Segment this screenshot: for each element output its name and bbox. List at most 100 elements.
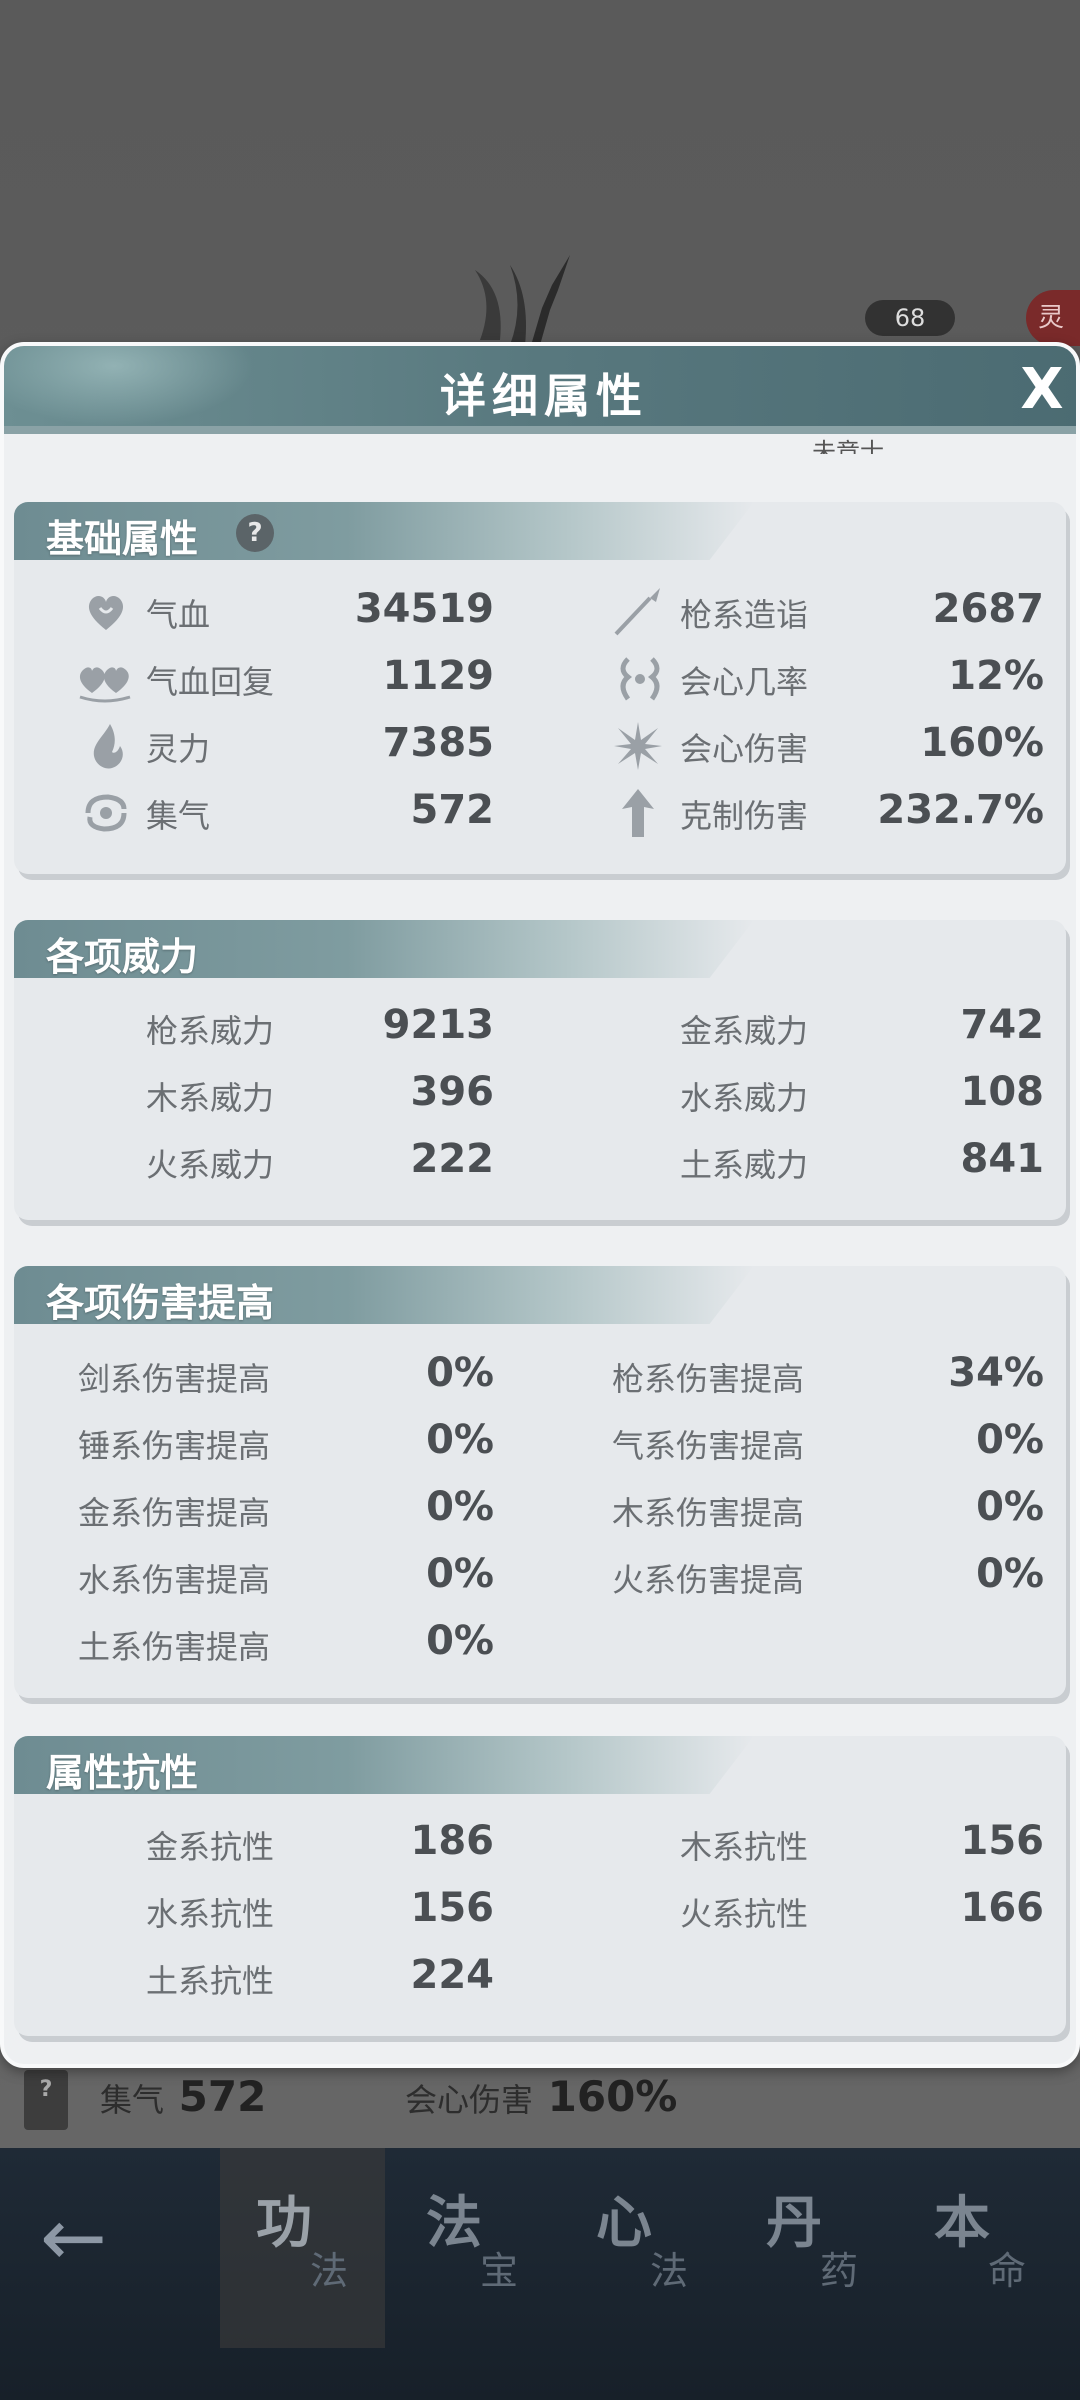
stat-row: 会心几率 12% xyxy=(544,649,1044,709)
stat-value: 34519 xyxy=(354,586,494,632)
stat-row: 火系威力 222 xyxy=(14,1132,514,1192)
level-badge: 68 xyxy=(865,300,955,336)
tab-label-small: 法 xyxy=(310,2249,349,2293)
tab-label-big: 本 xyxy=(934,2191,990,2256)
stat-label: 金系威力 xyxy=(680,1012,809,1050)
stat-row: 枪系伤害提高 34% xyxy=(544,1346,1044,1406)
stat-row: 土系抗性 224 xyxy=(14,1948,514,2008)
bottom-nav: ← 功 法 法 宝 心 法 丹 药 本 命 xyxy=(0,2148,1080,2400)
stat-label: 木系抗性 xyxy=(680,1828,809,1866)
stat-row: 水系伤害提高 0% xyxy=(14,1547,514,1607)
stat-row: 木系抗性 156 xyxy=(544,1814,1044,1874)
stat-value: 0% xyxy=(976,1551,1044,1597)
stat-value: 156 xyxy=(960,1818,1045,1864)
stat-value: 9213 xyxy=(382,1002,494,1048)
stat-label: 会心几率 xyxy=(680,663,809,701)
heart-icon xyxy=(88,595,124,630)
stat-value: 7385 xyxy=(382,720,494,766)
stat-label: 火系伤害提高 xyxy=(612,1561,805,1599)
stat-row: 枪系威力 9213 xyxy=(14,998,514,1058)
close-button[interactable]: X xyxy=(1012,360,1072,420)
stat-value: 0% xyxy=(426,1417,494,1463)
flame-drop-icon xyxy=(93,724,123,769)
stat-label: 金系抗性 xyxy=(146,1828,275,1866)
cutoff-label: 未竞士 xyxy=(812,438,884,454)
stat-label: 火系威力 xyxy=(146,1146,275,1184)
stat-label: 剑系伤害提高 xyxy=(78,1360,271,1398)
stat-value: 34% xyxy=(948,1350,1044,1396)
stat-label: 木系威力 xyxy=(146,1079,275,1117)
stat-row: 金系伤害提高 0% xyxy=(14,1480,514,1540)
stat-row: 气血 34519 xyxy=(14,582,514,642)
tab-label-small: 药 xyxy=(820,2249,859,2293)
stat-value: 2687 xyxy=(932,586,1044,632)
stat-row: 木系威力 396 xyxy=(14,1065,514,1125)
stat-row: 火系抗性 166 xyxy=(544,1881,1044,1941)
stat-row: 集气 572 xyxy=(14,783,514,843)
tab-danyao[interactable]: 丹 药 xyxy=(730,2148,895,2348)
stat-label: 枪系威力 xyxy=(146,1012,275,1050)
stat-value: 0% xyxy=(426,1551,494,1597)
tab-fabao[interactable]: 法 宝 xyxy=(390,2148,555,2348)
stat-value: 1129 xyxy=(382,653,494,699)
stat-value: 108 xyxy=(960,1069,1045,1115)
stat-label: 木系伤害提高 xyxy=(612,1494,805,1532)
section-damage-boost: 各项伤害提高 剑系伤害提高 0% 锤系伤害提高 0% 金系伤害提高 0% 水系伤… xyxy=(14,1266,1066,1698)
stat-label: 气血 xyxy=(146,596,211,634)
stat-label: 土系抗性 xyxy=(146,1962,275,2000)
stat-row: 灵力 7385 xyxy=(14,716,514,776)
tab-label-big: 法 xyxy=(426,2191,482,2256)
stat-label: 气血回复 xyxy=(146,663,275,701)
tab-benming[interactable]: 本 命 xyxy=(898,2148,1063,2348)
section-basic: 基础属性 ? 气血 34519 气血回复 1129 灵力 7385 集气 572… xyxy=(14,502,1066,874)
stat-label: 土系威力 xyxy=(680,1146,809,1184)
bg-stat-label: 集气 xyxy=(100,2081,165,2119)
stat-label: 克制伤害 xyxy=(680,797,809,835)
stat-value: 12% xyxy=(948,653,1044,699)
detail-attributes-modal: 详细属性 X 未竞士 基础属性 ? 气血 34519 气血回复 1129 灵力 … xyxy=(0,342,1080,2068)
section-resistance: 属性抗性 金系抗性 186 水系抗性 156 土系抗性 224 木系抗性 156… xyxy=(14,1736,1066,2036)
bg-stat-value: 572 xyxy=(178,2072,267,2121)
bg-stat-value: 160% xyxy=(547,2072,678,2121)
stat-value: 0% xyxy=(426,1484,494,1530)
stat-row: 气血回复 1129 xyxy=(14,649,514,709)
stat-label: 水系伤害提高 xyxy=(78,1561,271,1599)
bg-stat-label: 会心伤害 xyxy=(405,2081,534,2119)
double-heart-icon xyxy=(79,667,131,703)
crit-rate-icon xyxy=(620,657,660,701)
side-tag[interactable]: 灵 xyxy=(1026,290,1080,346)
stat-label: 锤系伤害提高 xyxy=(78,1427,271,1465)
stat-row: 克制伤害 232.7% xyxy=(544,783,1044,843)
stat-label: 水系威力 xyxy=(680,1079,809,1117)
tab-label-small: 命 xyxy=(988,2249,1027,2293)
stat-value: 232.7% xyxy=(877,787,1044,833)
stat-label: 会心伤害 xyxy=(680,730,809,768)
burst-icon xyxy=(614,722,662,770)
stat-row: 水系威力 108 xyxy=(544,1065,1044,1125)
stat-row: 水系抗性 156 xyxy=(14,1881,514,1941)
stat-value: 572 xyxy=(410,787,495,833)
section-title: 各项伤害提高 xyxy=(46,1281,275,1325)
stat-value: 156 xyxy=(410,1885,495,1931)
tab-xinfa[interactable]: 心 法 xyxy=(560,2148,725,2348)
stat-row: 气系伤害提高 0% xyxy=(544,1413,1044,1473)
section-title: 基础属性 xyxy=(46,517,199,561)
tab-gongfa[interactable]: 功 法 xyxy=(220,2148,385,2348)
stat-row: 金系威力 742 xyxy=(544,998,1044,1058)
spear-icon xyxy=(614,588,660,636)
stat-value: 742 xyxy=(960,1002,1045,1048)
stat-value: 186 xyxy=(410,1818,495,1864)
modal-header: 详细属性 X xyxy=(4,346,1076,434)
back-arrow-icon[interactable]: ← xyxy=(40,2198,140,2278)
section-title: 属性抗性 xyxy=(46,1751,199,1795)
help-icon: ? xyxy=(24,2070,68,2130)
stat-label: 水系抗性 xyxy=(146,1895,275,1933)
help-icon[interactable]: ? xyxy=(236,514,274,552)
stat-label: 灵力 xyxy=(146,730,211,768)
stat-value: 841 xyxy=(960,1136,1045,1182)
bg-stat-crit-damage: 会心伤害 160% xyxy=(405,2072,677,2121)
swirl-icon xyxy=(85,794,127,832)
stat-row: 土系伤害提高 0% xyxy=(14,1614,514,1674)
tab-label-big: 心 xyxy=(596,2191,652,2256)
stat-row: 会心伤害 160% xyxy=(544,716,1044,776)
